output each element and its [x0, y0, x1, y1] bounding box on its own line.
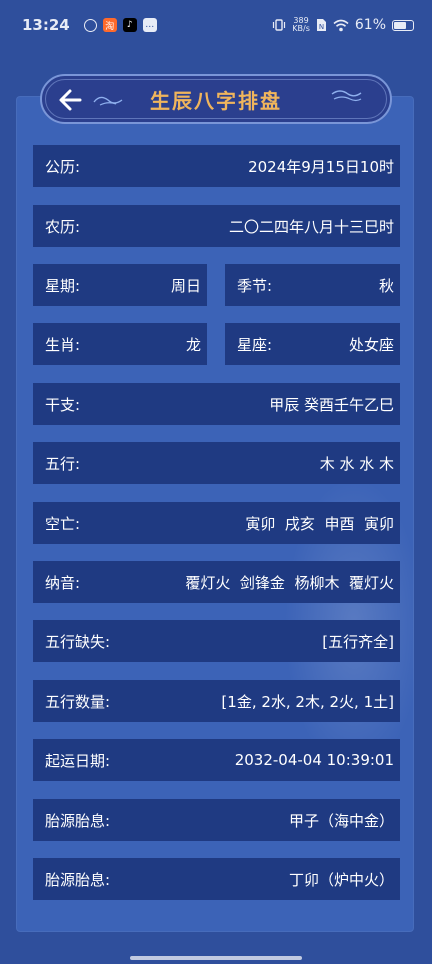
row-label: 胎源胎息: [45, 870, 111, 889]
row-xingqi: 星期: 周日 [33, 264, 207, 306]
wifi-icon [333, 19, 349, 31]
row-jijie: 季节: 秋 [225, 264, 400, 306]
row-label: 公历: [45, 157, 81, 176]
row-wuxing: 五行: 木 水 水 木 [33, 442, 400, 484]
row-value: 木 水 水 木 [319, 454, 394, 473]
row-label: 干支: [45, 395, 81, 414]
row-label: 季节: [237, 276, 273, 295]
row-wuxing-shuliang: 五行数量: [1金, 2水, 2木, 2火, 1土] [33, 680, 400, 722]
row-value: 2024年9月15日10时 [248, 157, 394, 176]
row-qiyun-riqi: 起运日期: 2032-04-04 10:39:01 [33, 739, 400, 781]
net-speed: 389 KB/s [292, 17, 310, 33]
row-gongli: 公历: 2024年9月15日10时 [33, 145, 400, 187]
row-xingzuo: 星座: 处女座 [225, 323, 400, 365]
row-ganzhi: 干支: 甲辰 癸酉壬午乙巳 [33, 383, 400, 425]
title-plaque: 生辰八字排盘 [40, 74, 392, 124]
row-value: 甲子（海中金） [288, 811, 394, 830]
row-value: 二〇二四年八月十三巳时 [228, 217, 394, 236]
row-label: 星期: [45, 276, 81, 295]
row-kongwang: 空亡: 寅卯 戌亥 申酉 寅卯 [33, 502, 400, 544]
chat-app-icon: … [142, 18, 157, 32]
row-label: 星座: [237, 335, 273, 354]
row-label: 生肖: [45, 335, 81, 354]
row-label: 空亡: [45, 514, 81, 533]
row-shengxiao: 生肖: 龙 [33, 323, 207, 365]
row-label: 五行缺失: [45, 632, 111, 651]
row-value: 甲辰 癸酉壬午乙巳 [269, 395, 394, 414]
tiktok-icon: ♪ [122, 18, 137, 32]
page-title: 生辰八字排盘 [150, 88, 282, 113]
status-bar: 13:24 淘 ♪ … 389 KB/s N 61% [0, 0, 432, 50]
row-label: 五行数量: [45, 692, 111, 711]
battery-percent: 61% [354, 17, 386, 33]
row-value: 处女座 [348, 335, 394, 354]
row-nongli: 农历: 二〇二四年八月十三巳时 [33, 205, 400, 247]
row-label: 农历: [45, 217, 81, 236]
row-value: 丁卯（炉中火） [288, 870, 394, 889]
row-wuxing-queshi: 五行缺失: [五行齐全] [33, 620, 400, 662]
row-label: 胎源胎息: [45, 811, 111, 830]
status-time: 13:24 [22, 16, 70, 34]
net-speed-unit: KB/s [292, 24, 310, 33]
row-value: 2032-04-04 10:39:01 [234, 751, 394, 769]
status-right: 389 KB/s N 61% [272, 17, 414, 33]
battery-icon [392, 19, 414, 31]
cloud-right-icon [331, 90, 362, 102]
row-label: 五行: [45, 454, 81, 473]
row-value: 龙 [185, 335, 201, 354]
status-left: 13:24 淘 ♪ … [22, 16, 157, 34]
row-value: [五行齐全] [322, 632, 394, 651]
row-value: 覆灯火 剑锋金 杨柳木 覆灯火 [185, 573, 394, 592]
back-button[interactable] [56, 85, 86, 115]
row-taixi: 胎源胎息: 丁卯（炉中火） [33, 858, 400, 900]
row-value: 周日 [170, 276, 201, 295]
home-indicator[interactable] [130, 956, 302, 960]
row-value: 秋 [378, 276, 394, 295]
row-nayin: 纳音: 覆灯火 剑锋金 杨柳木 覆灯火 [33, 561, 400, 603]
row-taiyuan: 胎源胎息: 甲子（海中金） [33, 799, 400, 841]
row-value: [1金, 2水, 2木, 2火, 1土] [221, 692, 394, 711]
svg-text:N: N [319, 23, 324, 31]
app-notification-icon [83, 18, 97, 32]
vibrate-icon [273, 19, 286, 31]
cloud-left-icon [93, 96, 123, 106]
row-label: 起运日期: [45, 751, 111, 770]
row-label: 纳音: [45, 573, 81, 592]
sim-icon: N [316, 19, 326, 31]
back-arrow-icon [59, 89, 82, 111]
row-value: 寅卯 戌亥 申酉 寅卯 [245, 514, 394, 533]
shopping-app-icon: 淘 [102, 18, 117, 32]
